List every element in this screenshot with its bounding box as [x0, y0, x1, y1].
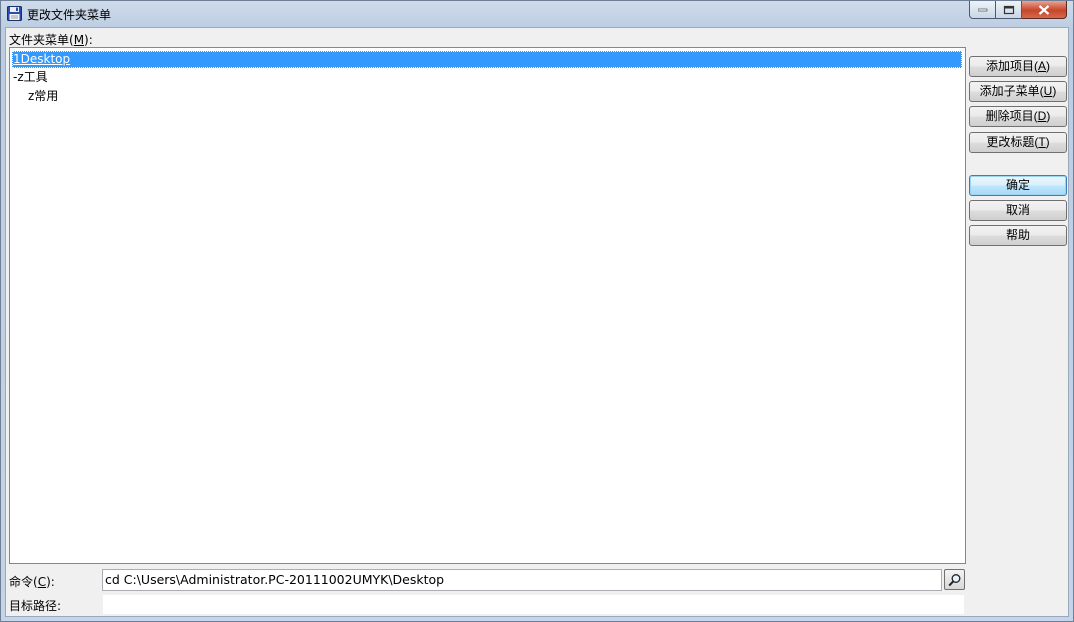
tree-item-common[interactable]: z常用 [28, 88, 58, 105]
close-icon [1038, 4, 1050, 15]
tree-item-desktop[interactable]: 1Desktop [12, 51, 962, 68]
browse-button[interactable] [944, 569, 965, 590]
floppy-disk-icon [7, 6, 22, 21]
delete-item-button[interactable]: 删除项目(D) [969, 106, 1067, 127]
minimize-icon [977, 8, 987, 11]
title-bar[interactable]: 更改文件夹菜单 [1, 1, 1073, 27]
add-submenu-button[interactable]: 添加子菜单(U) [969, 81, 1067, 102]
rename-title-button[interactable]: 更改标题(T) [969, 132, 1067, 153]
dialog-client-area: 文件夹菜单(M): 1Desktop -z工具 z常用 添加项目(A) 添加子菜… [5, 27, 1069, 617]
cancel-button[interactable]: 取消 [969, 200, 1067, 221]
target-path-label: 目标路径: [9, 599, 62, 613]
close-button[interactable] [1022, 1, 1067, 19]
ok-button[interactable]: 确定 [969, 175, 1067, 196]
command-input[interactable]: cd C:\Users\Administrator.PC-20111002UMY… [102, 569, 942, 591]
maximize-button[interactable] [996, 1, 1022, 19]
dialog-window: 更改文件夹菜单 文件夹菜单(M): 1Desktop -z工具 z常用 添加项目… [0, 0, 1074, 622]
tree-item-tools[interactable]: -z工具 [13, 69, 48, 86]
add-item-button[interactable]: 添加项目(A) [969, 56, 1067, 77]
command-label: 命令(C): [9, 575, 55, 589]
magnifier-icon [948, 574, 961, 587]
minimize-button[interactable] [969, 1, 996, 19]
window-title: 更改文件夹菜单 [27, 8, 112, 22]
folder-menu-label: 文件夹菜单(M): [9, 33, 93, 47]
target-path-field [102, 594, 965, 615]
maximize-icon [1003, 5, 1014, 14]
folder-menu-tree[interactable]: 1Desktop -z工具 z常用 [9, 47, 966, 564]
caption-buttons [969, 1, 1067, 20]
help-button[interactable]: 帮助 [969, 225, 1067, 246]
